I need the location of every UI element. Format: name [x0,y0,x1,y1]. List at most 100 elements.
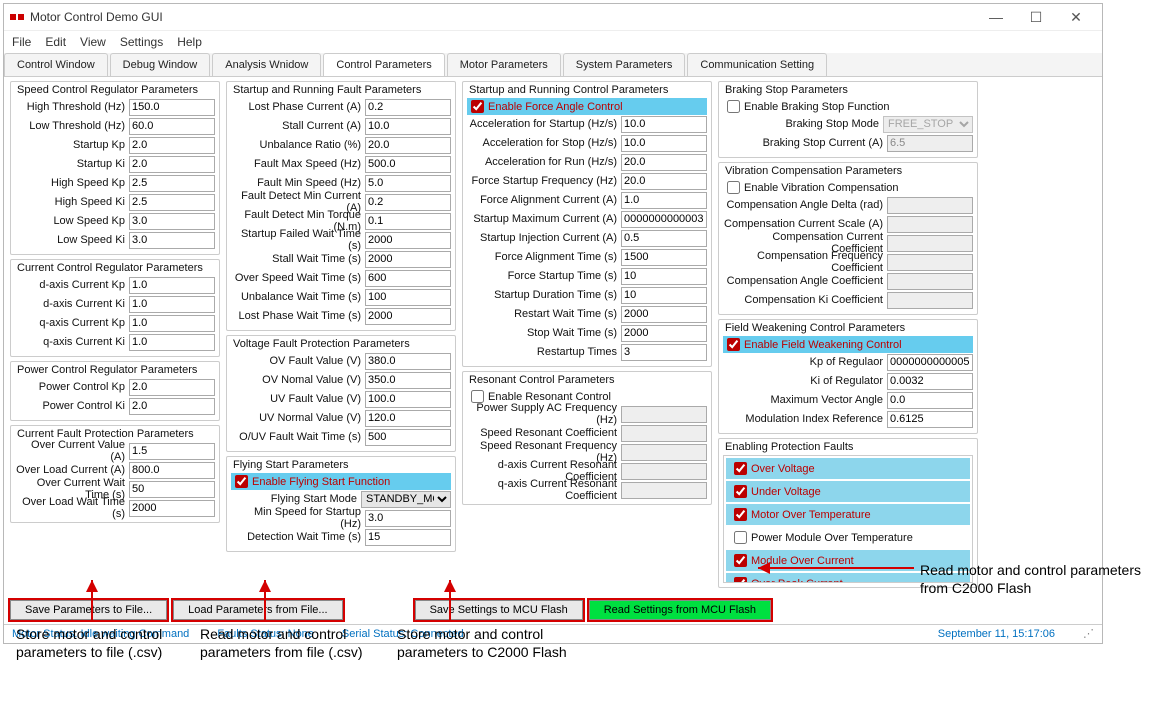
tab-control-window[interactable]: Control Window [4,53,108,76]
input-start-inj[interactable] [621,230,707,247]
callout-4: Read motor and control parameters from C… [920,562,1150,597]
input-os-wait[interactable] [365,270,451,287]
input-stop-wait[interactable] [621,325,707,342]
pf-checkbox[interactable] [734,554,747,567]
chk-braking[interactable] [727,100,740,113]
input-oc-wait[interactable] [129,481,215,498]
input-hs-kp[interactable] [129,175,215,192]
group-resonant: Resonant Control Parameters Enable Reson… [462,371,712,505]
menu-help[interactable]: Help [177,35,202,49]
input-fw-kp[interactable] [887,354,973,371]
pf-checkbox[interactable] [734,485,747,498]
input-fd-min-curr[interactable] [365,194,451,211]
input-fmin-spd[interactable] [365,175,451,192]
menu-file[interactable]: File [12,35,31,49]
input-fw-mva[interactable] [887,392,973,409]
input-stall-wait[interactable] [365,251,451,268]
input-uv-fault[interactable] [365,391,451,408]
tab-communication-setting[interactable]: Communication Setting [687,53,827,76]
chk-field-weakening[interactable] [727,338,740,351]
input-startup-kp[interactable] [129,137,215,154]
input-fa-time[interactable] [621,249,707,266]
input-fmax-spd[interactable] [365,156,451,173]
callout-3: Store motor and control parameters to C2… [397,626,597,661]
input-lost-phase[interactable] [365,99,451,116]
input-lp-wait[interactable] [365,308,451,325]
input-fw-ki[interactable] [887,373,973,390]
maximize-button[interactable]: ☐ [1016,9,1056,26]
chk-force-angle[interactable] [471,100,484,113]
chk-vibration[interactable] [727,181,740,194]
resize-grip-icon[interactable]: ⋰ [1083,627,1094,640]
input-uv-nom[interactable] [365,410,451,427]
input-force-align[interactable] [621,192,707,209]
input-unb-ratio[interactable] [365,137,451,154]
input-ls-ki[interactable] [129,232,215,249]
input-unb-wait[interactable] [365,289,451,306]
input-acc-start[interactable] [621,116,707,133]
input-acc-run[interactable] [621,154,707,171]
input-ov-nom[interactable] [365,372,451,389]
save-params-button[interactable]: Save Parameters to File... [10,600,167,620]
input-d-kp[interactable] [129,277,215,294]
pf-checkbox[interactable] [734,508,747,521]
group-sr-control: Startup and Running Control Parameters E… [462,81,712,367]
group-braking: Braking Stop Parameters Enable Braking S… [718,81,978,158]
input-pwr-ki[interactable] [129,398,215,415]
input-fd-min-trq[interactable] [365,213,451,230]
select-flying-mode[interactable]: STANDBY_MODE [361,491,451,508]
input-acc-stop[interactable] [621,135,707,152]
input-spd-res-freq [621,444,707,461]
input-q-ki[interactable] [129,334,215,351]
pf-checkbox[interactable] [734,462,747,475]
input-q-kp[interactable] [129,315,215,332]
input-oc-value[interactable] [129,443,215,460]
input-high-threshold[interactable] [129,99,215,116]
input-ouv-wait[interactable] [365,429,451,446]
input-fs-time[interactable] [621,268,707,285]
input-pwr-kp[interactable] [129,379,215,396]
minimize-button[interactable]: — [976,9,1016,25]
input-startup-ki[interactable] [129,156,215,173]
menu-edit[interactable]: Edit [45,35,66,49]
input-spd-res [621,425,707,442]
pf-label: Power Module Over Temperature [751,532,913,544]
input-ol-current[interactable] [129,462,215,479]
close-button[interactable]: ✕ [1056,9,1096,26]
tab-debug-window[interactable]: Debug Window [110,53,211,76]
input-restart-times[interactable] [621,344,707,361]
save-mcu-button[interactable]: Save Settings to MCU Flash [415,600,583,620]
input-force-freq[interactable] [621,173,707,190]
pf-item[interactable]: Motor Over Temperature [726,504,970,525]
menu-view[interactable]: View [80,35,106,49]
input-sd-time[interactable] [621,287,707,304]
input-ls-kp[interactable] [129,213,215,230]
pf-item[interactable]: Under Voltage [726,481,970,502]
input-start-max[interactable] [621,211,707,228]
menu-settings[interactable]: Settings [120,35,163,49]
read-mcu-button[interactable]: Read Settings from MCU Flash [589,600,771,620]
input-low-threshold[interactable] [129,118,215,135]
pf-checkbox[interactable] [734,577,747,583]
input-ov-fault[interactable] [365,353,451,370]
pf-item[interactable]: Power Module Over Temperature [726,527,970,548]
input-d-ki[interactable] [129,296,215,313]
pf-checkbox[interactable] [734,531,747,544]
input-fs-detwait[interactable] [365,529,451,546]
input-stall-curr[interactable] [365,118,451,135]
input-ol-wait[interactable] [129,500,215,517]
tab-system-parameters[interactable]: System Parameters [563,53,686,76]
load-params-button[interactable]: Load Parameters from File... [173,600,342,620]
input-fs-minspd[interactable] [365,510,451,527]
input-hs-ki[interactable] [129,194,215,211]
tab-analysis-window[interactable]: Analysis Wnidow [212,53,321,76]
input-brake-curr [887,135,973,152]
input-vibe-ang [887,197,973,214]
input-sf-wait[interactable] [365,232,451,249]
pf-item[interactable]: Over Voltage [726,458,970,479]
tab-control-parameters[interactable]: Control Parameters [323,53,444,76]
input-fw-mir[interactable] [887,411,973,428]
chk-flying-start[interactable] [235,475,248,488]
input-restart-wait[interactable] [621,306,707,323]
tab-motor-parameters[interactable]: Motor Parameters [447,53,561,76]
